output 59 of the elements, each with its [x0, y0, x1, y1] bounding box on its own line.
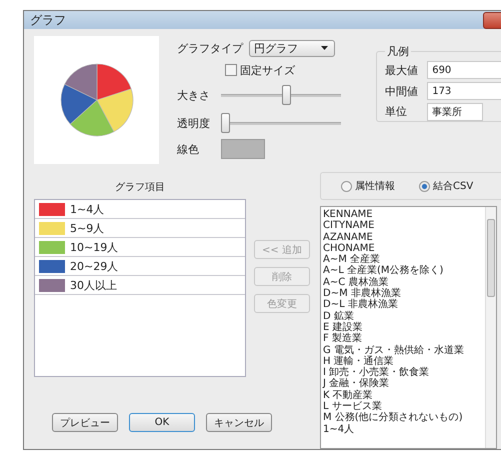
slider-label: 大きさ — [177, 88, 212, 102]
graph-item-label: 20~29人 — [70, 258, 118, 274]
legend-input-field[interactable]: 事業所 — [427, 102, 484, 121]
field-list-item[interactable]: L サービス業 — [323, 401, 485, 412]
slider-thumb[interactable] — [221, 113, 230, 133]
window-title: グラフ — [30, 12, 66, 28]
source-radio[interactable]: 属性情報 — [341, 179, 395, 193]
graph-item[interactable]: 5~9人 — [35, 219, 245, 238]
legend-title: 凡例 — [386, 44, 410, 59]
graph-item[interactable]: 1~4人 — [35, 200, 245, 219]
radio-dot[interactable] — [341, 180, 352, 192]
field-list-item[interactable]: A~L 全産業(M公務を除く) — [323, 265, 485, 277]
field-list-item[interactable]: CITYNAME — [323, 220, 485, 232]
dialog-button[interactable]: プレビュー — [52, 413, 118, 432]
scrollbar[interactable] — [485, 207, 496, 448]
legend-input-field[interactable]: 690 — [427, 61, 501, 80]
field-list-item[interactable]: I 卸売・小売業・飲食業 — [323, 367, 485, 378]
field-list-item[interactable]: A~C 農林漁業 — [323, 276, 485, 288]
field-list-item[interactable]: G 電気・ガス・熱供給・水道業 — [323, 344, 485, 356]
graph-type-dropdown[interactable]: 円グラフ — [249, 40, 336, 56]
field-list-item[interactable]: K 不動産業 — [323, 390, 485, 402]
field-list-item[interactable]: H 運輸・通信業 — [323, 356, 485, 368]
field-list-item[interactable]: J 金融・保険業 — [323, 378, 485, 390]
fixed-size-label: 固定サイズ — [240, 62, 296, 78]
graph-item[interactable]: 10~19人 — [35, 238, 245, 257]
field-list-item[interactable]: D~L 非農林漁業 — [323, 299, 485, 311]
graph-item-label: 5~9人 — [70, 220, 104, 236]
legend-field-label: 単位 — [385, 104, 408, 120]
graph-item[interactable]: 30人以上 — [35, 276, 245, 295]
graph-type-label: グラフタイプ — [177, 40, 244, 56]
graph-item-label: 30人以上 — [70, 278, 117, 292]
legend-field-label: 最大値 — [385, 62, 420, 78]
source-radio[interactable]: 結合CSV — [419, 179, 474, 193]
graph-item-label: 1~4人 — [70, 202, 104, 216]
graph-item-label: 10~19人 — [70, 240, 118, 254]
slider-thumb[interactable] — [282, 85, 291, 105]
field-list-item[interactable]: KENNAME — [323, 209, 485, 220]
field-list-item[interactable]: D~M 非農林漁業 — [323, 288, 485, 300]
field-list-item[interactable]: M 公務(他に分類されないもの) — [323, 412, 485, 424]
fixed-size-checkbox[interactable] — [225, 64, 238, 76]
field-list-item[interactable]: E 建設業 — [323, 322, 485, 334]
dialog-button[interactable]: OK — [129, 413, 195, 432]
legend-input-field[interactable]: 173 — [427, 82, 501, 100]
line-color-label: 線色 — [177, 142, 200, 156]
caret-icon — [321, 46, 328, 50]
field-list-item[interactable]: A~M 全産業 — [323, 254, 485, 266]
field-list-item[interactable]: F 製造業 — [323, 333, 485, 345]
graph-items-title: グラフ項目 — [115, 181, 165, 195]
field-list-item[interactable]: D 鉱業 — [323, 310, 485, 322]
field-list-item[interactable]: AZANAME — [323, 232, 485, 243]
graph-item[interactable]: 20~29人 — [35, 257, 245, 276]
line-color-swatch[interactable] — [221, 139, 266, 159]
radio-dot[interactable] — [419, 180, 430, 192]
field-list-item[interactable]: CHONAME — [323, 242, 485, 254]
dialog-button[interactable]: キャンセル — [206, 413, 272, 432]
legend-field-label: 中間値 — [385, 84, 420, 98]
slider-label: 透明度 — [177, 116, 212, 130]
field-list-item[interactable]: 1~4人 — [323, 424, 485, 435]
scrollbar-thumb[interactable] — [487, 219, 495, 297]
